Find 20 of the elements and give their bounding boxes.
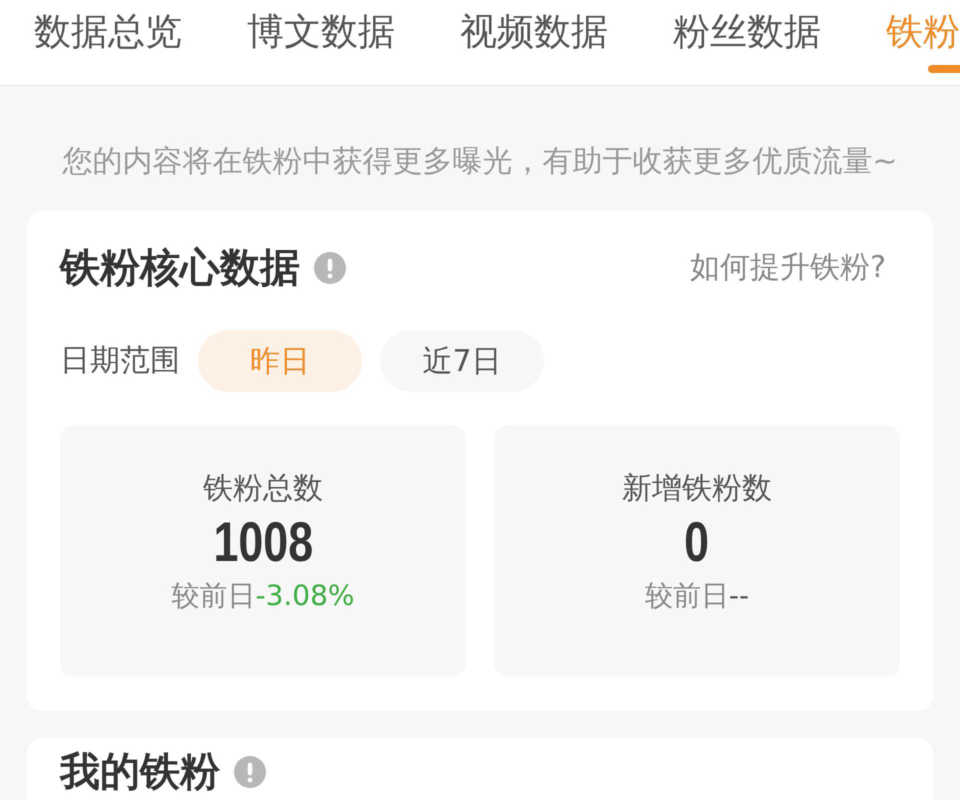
date-range-label: 日期范围 xyxy=(60,342,180,380)
change-value: -3.08% xyxy=(255,578,355,614)
compare-label: 较前日 xyxy=(171,578,256,614)
stat-label: 铁粉总数 xyxy=(203,470,323,508)
stat-label: 新增铁粉数 xyxy=(622,470,772,508)
card-title: 我的铁粉 xyxy=(60,750,220,794)
compare-label: 较前日 xyxy=(644,578,729,614)
notice-text: 您的内容将在铁粉中获得更多曝光，有助于收获更多优质流量~ xyxy=(62,143,898,181)
tab[interactable]: 粉丝数据 xyxy=(673,9,821,55)
exclamation-circle-icon[interactable] xyxy=(314,252,346,284)
help-link[interactable]: 如何提升铁粉? xyxy=(690,248,886,288)
exclamation-circle-icon[interactable] xyxy=(234,756,266,788)
tab[interactable]: 数据总览 xyxy=(34,9,182,55)
stat-value: 0 xyxy=(684,511,710,573)
card-title: 铁粉核心数据 xyxy=(60,244,300,293)
change-value: -- xyxy=(728,578,750,614)
tab[interactable]: 视频数据 xyxy=(460,9,608,55)
tab[interactable]: 博文数据 xyxy=(247,9,395,55)
stat-value: 1008 xyxy=(213,511,313,573)
date-range-option[interactable]: 近7日 xyxy=(380,330,544,392)
